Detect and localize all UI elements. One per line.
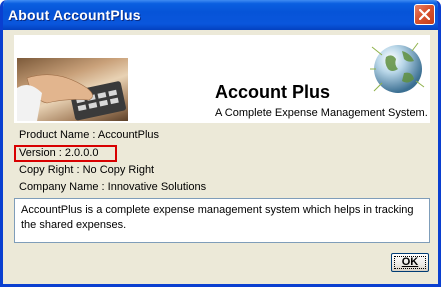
- company-name-label: Company Name : Innovative Solutions: [19, 181, 207, 193]
- banner-app-name: Account Plus: [215, 82, 331, 102]
- product-name-label: Product Name : AccountPlus: [19, 129, 160, 141]
- about-dialog: About AccountPlus Account Plus A Complet…: [0, 0, 441, 287]
- description-textbox[interactable]: AccountPlus is a complete expense manage…: [14, 198, 430, 243]
- title-bar[interactable]: About AccountPlus: [3, 0, 438, 30]
- window-title: About AccountPlus: [8, 7, 141, 23]
- close-button[interactable]: [414, 4, 435, 25]
- calculator-hand-image: [17, 58, 128, 121]
- banner-tagline: A Complete Expense Management System.: [215, 107, 428, 119]
- ok-button[interactable]: OK: [391, 253, 429, 272]
- version-label: Version : 2.0.0.0: [19, 147, 99, 159]
- globe-icon: [370, 42, 425, 93]
- copyright-label: Copy Right : No Copy Right: [19, 164, 155, 176]
- close-icon: [419, 9, 430, 20]
- about-banner: Account Plus A Complete Expense Manageme…: [14, 35, 430, 123]
